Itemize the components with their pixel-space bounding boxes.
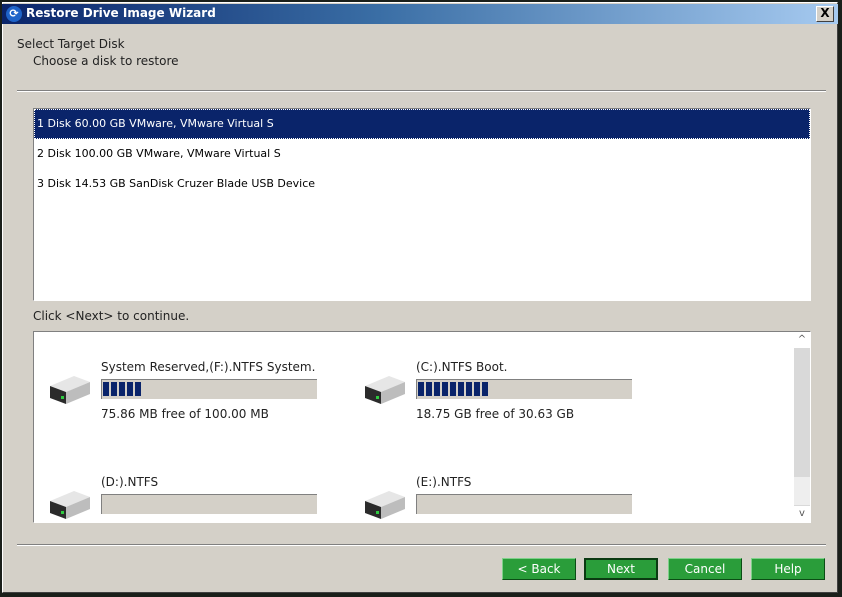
cancel-button[interactable]: Cancel	[668, 558, 742, 580]
partition-free-space: 18.75 GB free of 30.63 GB	[416, 407, 575, 421]
usage-block	[466, 382, 472, 396]
partition-item[interactable]: (D:).NTFS	[34, 475, 334, 522]
partition-panel: System Reserved,(F:).NTFS System. 75.86 …	[33, 331, 811, 523]
partition-label: (D:).NTFS	[101, 475, 159, 489]
partition-item[interactable]: System Reserved,(F:).NTFS System. 75.86 …	[34, 360, 334, 430]
usage-block	[135, 382, 141, 396]
partition-label: (E:).NTFS	[416, 475, 472, 489]
bottom-separator	[17, 544, 826, 546]
usage-block	[418, 382, 424, 396]
vertical-scrollbar[interactable]: ^ v	[794, 332, 810, 522]
page-heading: Select Target Disk	[17, 37, 125, 51]
usage-block	[482, 382, 488, 396]
top-separator	[17, 90, 826, 92]
continue-hint: Click <Next> to continue.	[33, 309, 190, 323]
usage-bar	[416, 494, 632, 514]
usage-block	[426, 382, 432, 396]
usage-block	[474, 382, 480, 396]
usage-block	[434, 382, 440, 396]
scroll-down-icon[interactable]: v	[794, 506, 810, 522]
partition-item[interactable]: (C:).NTFS Boot. 18.75 GB free of 30.63 G…	[349, 360, 649, 430]
partition-free-space: 75.86 MB free of 100.00 MB	[101, 407, 269, 421]
hard-drive-icon	[50, 376, 90, 404]
close-button[interactable]: X	[816, 6, 834, 22]
back-button[interactable]: < Back	[502, 558, 576, 580]
page-subheading: Choose a disk to restore	[33, 54, 179, 68]
usage-bar	[101, 379, 317, 399]
scroll-up-icon[interactable]: ^	[794, 332, 810, 348]
hard-drive-icon	[365, 491, 405, 519]
disk-list-item[interactable]: 3 Disk 14.53 GB SanDisk Cruzer Blade USB…	[34, 169, 810, 199]
partition-item[interactable]: (E:).NTFS	[349, 475, 649, 522]
usage-block	[127, 382, 133, 396]
usage-bar	[101, 494, 317, 514]
disk-list-item[interactable]: 2 Disk 100.00 GB VMware, VMware Virtual …	[34, 139, 810, 169]
scrollbar-thumb[interactable]	[794, 477, 810, 505]
app-refresh-icon: ⟳	[6, 6, 22, 22]
usage-block	[442, 382, 448, 396]
help-button[interactable]: Help	[751, 558, 825, 580]
usage-block	[119, 382, 125, 396]
usage-bar	[416, 379, 632, 399]
title-bar: ⟳ Restore Drive Image Wizard X	[2, 4, 838, 24]
hard-drive-icon	[50, 491, 90, 519]
usage-block	[103, 382, 109, 396]
next-button[interactable]: Next	[584, 558, 658, 580]
disk-list[interactable]: 1 Disk 60.00 GB VMware, VMware Virtual S…	[33, 108, 811, 301]
disk-list-item[interactable]: 1 Disk 60.00 GB VMware, VMware Virtual S	[34, 109, 810, 139]
hard-drive-icon	[365, 376, 405, 404]
partition-label: System Reserved,(F:).NTFS System.	[101, 360, 316, 374]
usage-block	[111, 382, 117, 396]
partition-label: (C:).NTFS Boot.	[416, 360, 508, 374]
usage-block	[450, 382, 456, 396]
usage-block	[458, 382, 464, 396]
window-title: Restore Drive Image Wizard	[26, 6, 216, 20]
